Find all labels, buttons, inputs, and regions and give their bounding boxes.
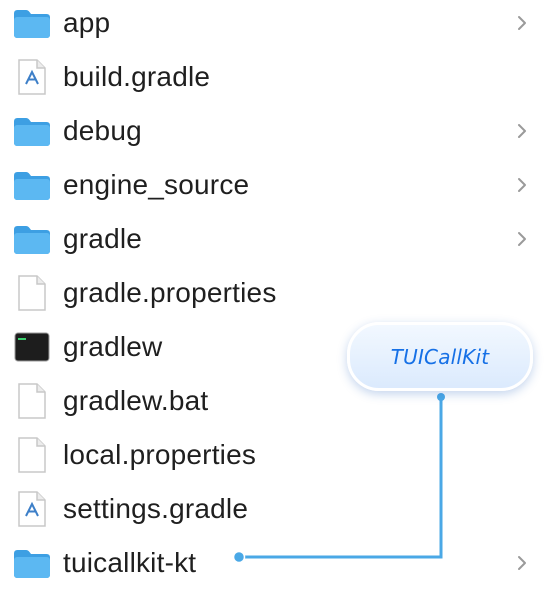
file-row-local-properties[interactable]: local.properties (0, 428, 552, 482)
gradle-file-icon (12, 489, 52, 529)
file-name: tuicallkit-kt (63, 547, 197, 578)
chevron-right-icon[interactable] (512, 121, 532, 141)
chevron-right-icon[interactable] (512, 229, 532, 249)
document-icon (12, 273, 52, 313)
gradle-file-icon (12, 57, 52, 97)
file-name: app (63, 7, 111, 38)
file-name: engine_source (63, 169, 250, 200)
folder-icon (12, 3, 52, 43)
folder-icon (12, 165, 52, 205)
terminal-icon (12, 327, 52, 367)
file-row-gradle[interactable]: gradle (0, 212, 552, 266)
file-name: build.gradle (63, 61, 211, 92)
folder-icon (12, 219, 52, 259)
callout-label: TUICallKit (390, 344, 490, 369)
folder-icon (12, 543, 52, 583)
file-list: app build.gradle debug engine_source gra… (0, 0, 552, 594)
file-row-debug[interactable]: debug (0, 104, 552, 158)
callout-badge: TUICallKit (347, 322, 533, 391)
document-icon (12, 435, 52, 475)
file-name: settings.gradle (63, 493, 249, 524)
file-name: gradlew (63, 331, 163, 362)
file-name: gradle.properties (63, 277, 277, 308)
file-row-build-gradle[interactable]: build.gradle (0, 50, 552, 104)
file-row-gradle-properties[interactable]: gradle.properties (0, 266, 552, 320)
document-icon (12, 381, 52, 421)
file-name: gradle (63, 223, 143, 254)
file-name: gradlew.bat (63, 385, 209, 416)
file-row-tuicallkit-kt[interactable]: tuicallkit-kt (0, 536, 552, 590)
file-row-settings-gradle[interactable]: settings.gradle (0, 482, 552, 536)
file-row-engine-source[interactable]: engine_source (0, 158, 552, 212)
file-name: local.properties (63, 439, 257, 470)
folder-icon (12, 111, 52, 151)
chevron-right-icon[interactable] (512, 13, 532, 33)
file-row-app[interactable]: app (0, 0, 552, 50)
chevron-right-icon[interactable] (512, 553, 532, 573)
file-name: debug (63, 115, 142, 146)
chevron-right-icon[interactable] (512, 175, 532, 195)
